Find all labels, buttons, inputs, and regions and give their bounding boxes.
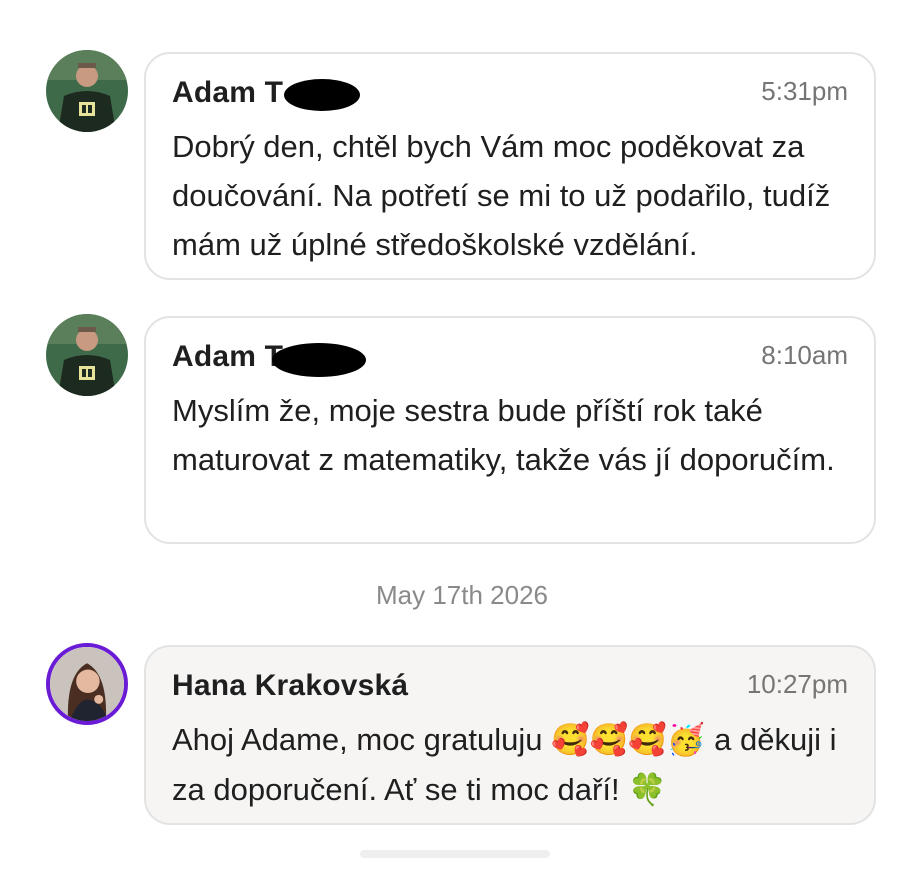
message-time: 8:10am [761,340,848,370]
four-leaf-clover-icon: 🍀 [628,772,667,808]
message-bubble-highlight[interactable]: Hana Krakovská 10:27pm Ahoj Adame, moc g… [144,645,876,825]
message-time: 5:31pm [761,76,848,106]
person-photo-icon [46,314,128,396]
person-photo-icon [50,647,124,721]
message-time: 10:27pm [746,669,848,699]
person-photo-icon [46,50,128,132]
avatar-adam[interactable] [46,314,128,396]
party-emoji-icon: 🥰🥰🥰🥳 [551,722,706,758]
message-text-part: Ahoj Adame, moc gratuluju [172,722,552,757]
date-separator: May 17th 2026 [375,580,548,610]
message-text: Ahoj Adame, moc gratuluju 🥰🥰🥰🥳 a děkuji … [172,715,862,815]
sender-name: Hana Krakovská [172,669,409,702]
message-text: Dobrý den, chtěl bych Vám moc poděkovat … [172,129,831,262]
sender-name: Adam T [172,340,284,373]
message-bubble[interactable]: Adam T 5:31pm Dobrý den, chtěl bych Vám … [144,52,876,280]
sender-name: Adam T [172,76,284,109]
redaction-mark [272,343,366,377]
redaction-mark [284,79,360,111]
next-date-separator-cutoff [360,850,550,858]
message-bubble[interactable]: Adam T 8:10am Myslím že, moje sestra bud… [144,316,876,544]
avatar-hana[interactable] [46,643,128,725]
avatar-adam[interactable] [46,50,128,132]
message-text: Myslím že, moje sestra bude příští rok t… [172,393,835,477]
